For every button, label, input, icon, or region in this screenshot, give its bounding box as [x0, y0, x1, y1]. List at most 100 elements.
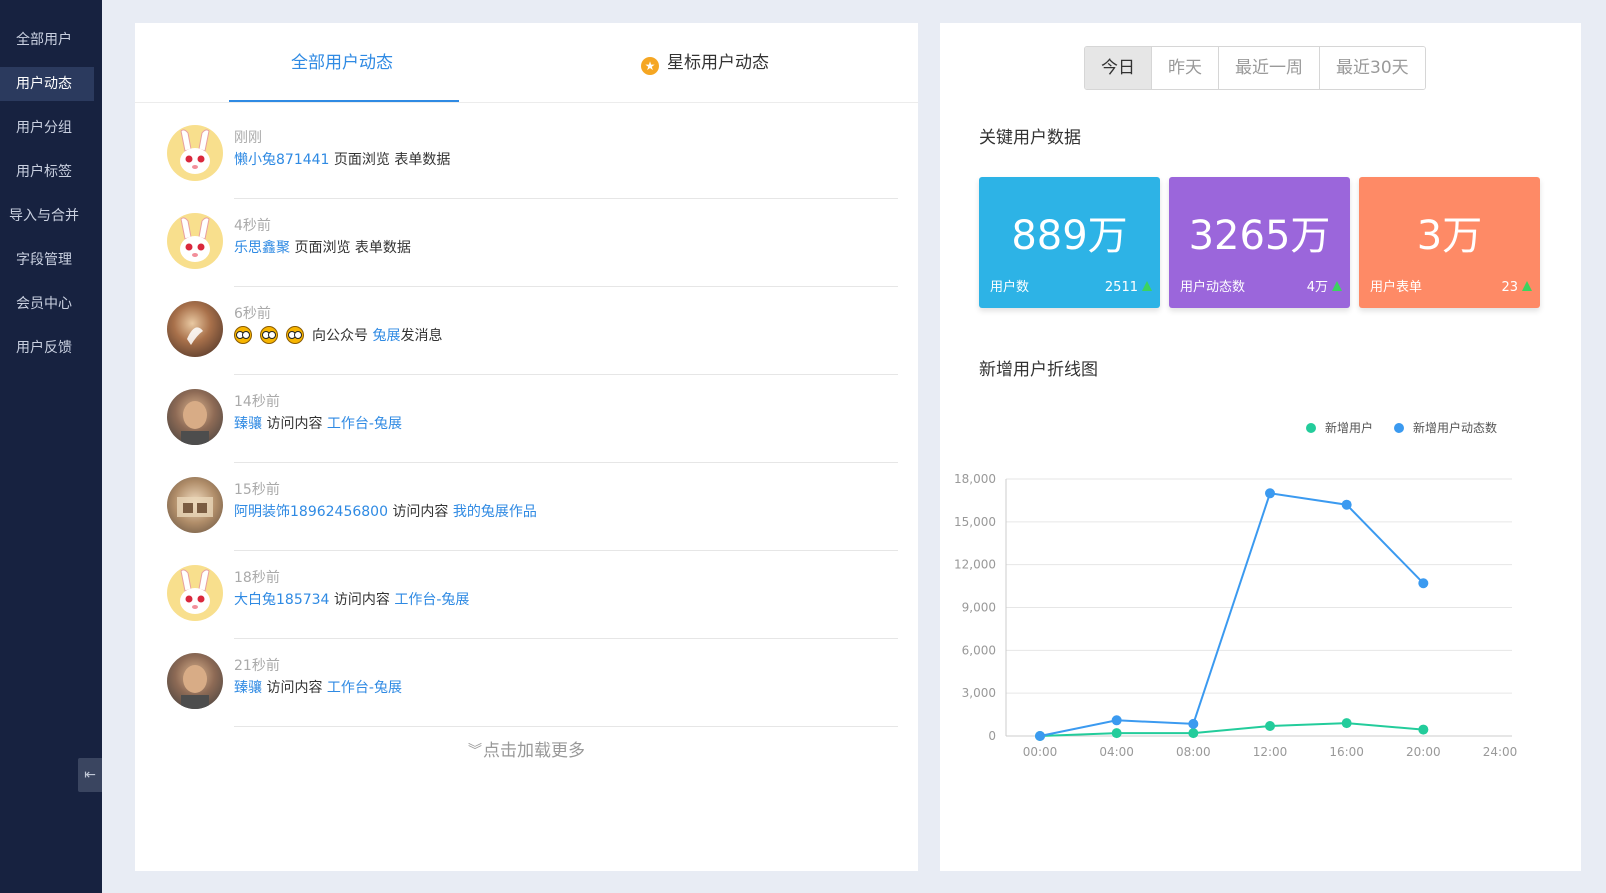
feed-time: 6秒前: [234, 306, 271, 322]
stat-value: 3265万: [1188, 213, 1331, 259]
user-link[interactable]: 懒小兔871441: [234, 152, 329, 168]
activity-feed-panel: 全部用户动态 ★ 星标用户动态 刚刚 懒小兔871441 页面浏览 表单数据 4秒…: [135, 23, 918, 871]
action-text: 访问内容: [266, 416, 323, 432]
feed-item: 21秒前 臻骧 访问内容 工作台-兔展: [135, 639, 918, 727]
tab-all-user-activity[interactable]: 全部用户动态: [291, 23, 393, 103]
x-tick-label: 04:00: [1099, 745, 1134, 759]
stat-delta: 2511: [1105, 280, 1152, 295]
range-last-30-days-button[interactable]: 最近30天: [1320, 47, 1425, 89]
data-point: [1188, 718, 1199, 729]
action-text: 向公众号: [312, 328, 368, 344]
feed-description: 懒小兔871441 页面浏览 表单数据: [234, 149, 450, 169]
y-tick-label: 6,000: [962, 643, 996, 657]
action-text: 访问内容: [333, 592, 390, 608]
action-text: 页面浏览 表单数据: [333, 152, 451, 168]
date-range-selector: 今日 昨天 最近一周 最近30天: [1084, 46, 1426, 90]
range-last-week-button[interactable]: 最近一周: [1219, 47, 1320, 89]
user-link[interactable]: 臻骧: [234, 416, 262, 432]
stat-delta: 4万: [1307, 276, 1342, 295]
data-point: [1035, 731, 1045, 741]
rabbit-avatar-icon[interactable]: [167, 125, 223, 181]
stat-card-users[interactable]: 889万 用户数 2511: [979, 177, 1160, 308]
data-point: [1418, 578, 1429, 589]
feed-time: 14秒前: [234, 394, 280, 410]
star-icon: ★: [641, 57, 659, 75]
range-today-button[interactable]: 今日: [1085, 47, 1152, 89]
user-link[interactable]: 乐思鑫聚: [234, 240, 290, 256]
feed-item: 刚刚 懒小兔871441 页面浏览 表单数据: [135, 111, 918, 199]
photo-avatar-icon[interactable]: [167, 301, 223, 357]
stat-card-user-activity[interactable]: 3265万 用户动态数 4万: [1169, 177, 1350, 308]
stat-value: 889万: [1011, 213, 1128, 259]
action-text: 页面浏览 表单数据: [294, 240, 411, 256]
data-point: [1111, 728, 1122, 739]
y-tick-label: 9,000: [962, 601, 996, 615]
legend-marker: [1306, 423, 1316, 433]
sidebar: 全部用户 用户动态 用户分组 用户标签 导入与合并 字段管理 会员中心 用户反馈…: [0, 0, 102, 893]
feed-time: 21秒前: [234, 658, 280, 674]
target-link[interactable]: 兔展: [372, 328, 400, 344]
y-tick-label: 18,000: [954, 472, 996, 486]
stats-panel: 今日 昨天 最近一周 最近30天 关键用户数据 889万 用户数 2511 32…: [940, 23, 1581, 871]
range-yesterday-button[interactable]: 昨天: [1152, 47, 1219, 89]
action-text: 访问内容: [392, 504, 449, 520]
double-chevron-down-icon: ︾: [468, 743, 482, 759]
feed-description: 臻骧 访问内容 工作台-兔展: [234, 677, 402, 697]
divider: [234, 726, 898, 727]
feed-description: 大白兔185734 访问内容 工作台-兔展: [234, 589, 469, 609]
arrow-up-icon: [1332, 281, 1342, 291]
rabbit-avatar-icon[interactable]: [167, 213, 223, 269]
load-more-label: 点击加载更多: [483, 741, 585, 761]
suffix-text: 发消息: [400, 328, 443, 344]
y-tick-label: 0: [988, 729, 996, 743]
stat-card-user-forms[interactable]: 3万 用户表单 23: [1359, 177, 1540, 308]
photo-avatar-icon[interactable]: [167, 389, 223, 445]
stat-delta: 23: [1501, 280, 1532, 295]
rabbit-avatar-icon[interactable]: [167, 565, 223, 621]
action-text: 访问内容: [266, 680, 323, 696]
sidebar-item-member-center[interactable]: 会员中心: [0, 287, 94, 321]
photo-avatar-icon[interactable]: [167, 477, 223, 533]
feed-description: 乐思鑫聚 页面浏览 表单数据: [234, 237, 411, 257]
sidebar-item-user-activity[interactable]: 用户动态: [0, 67, 94, 101]
sidebar-item-user-tags[interactable]: 用户标签: [0, 155, 94, 189]
collapse-sidebar-icon[interactable]: ⇤: [78, 758, 102, 792]
sidebar-item-import-merge[interactable]: 导入与合并: [0, 199, 94, 233]
data-point: [1265, 488, 1275, 499]
data-point: [1341, 499, 1352, 510]
user-link[interactable]: 臻骧: [234, 680, 262, 696]
x-tick-label: 12:00: [1253, 745, 1288, 759]
sidebar-item-all-users[interactable]: 全部用户: [0, 23, 94, 57]
target-link[interactable]: 工作台-兔展: [327, 416, 402, 432]
emoji-icon: [234, 326, 252, 344]
sidebar-item-field-management[interactable]: 字段管理: [0, 243, 94, 277]
legend-label: 新增用户: [1325, 420, 1373, 435]
data-point: [1188, 728, 1199, 739]
stat-label: 用户数: [990, 280, 1030, 295]
feed-item: 14秒前 臻骧 访问内容 工作台-兔展: [135, 375, 918, 463]
stat-label: 用户表单: [1370, 280, 1423, 295]
load-more-button[interactable]: ︾点击加载更多: [135, 736, 918, 761]
target-link[interactable]: 工作台-兔展: [327, 680, 402, 696]
legend-marker: [1394, 423, 1404, 433]
feed-tabs: 全部用户动态 ★ 星标用户动态: [135, 23, 918, 103]
feed-item: 18秒前 大白兔185734 访问内容 工作台-兔展: [135, 551, 918, 639]
sidebar-item-user-feedback[interactable]: 用户反馈: [0, 331, 94, 365]
feed-description: 臻骧 访问内容 工作台-兔展: [234, 413, 402, 433]
data-point: [1418, 724, 1429, 735]
stat-delta-value: 2511: [1104, 280, 1138, 295]
user-link[interactable]: 大白兔185734: [234, 592, 329, 608]
y-tick-label: 12,000: [954, 558, 996, 572]
tab-starred-label: 星标用户动态: [667, 53, 769, 73]
sidebar-item-user-groups[interactable]: 用户分组: [0, 111, 94, 145]
y-tick-label: 3,000: [962, 686, 996, 700]
tab-starred-user-activity[interactable]: ★ 星标用户动态: [641, 23, 769, 103]
target-link[interactable]: 我的兔展作品: [453, 504, 537, 520]
x-tick-label: 00:00: [1023, 745, 1058, 759]
user-link[interactable]: 阿明装饰18962456800: [234, 504, 388, 520]
target-link[interactable]: 工作台-兔展: [394, 592, 469, 608]
x-tick-label: 20:00: [1406, 745, 1441, 759]
photo-avatar-icon[interactable]: [167, 653, 223, 709]
feed-time: 4秒前: [234, 218, 271, 234]
feed-description: 阿明装饰18962456800 访问内容 我的兔展作品: [234, 501, 537, 521]
